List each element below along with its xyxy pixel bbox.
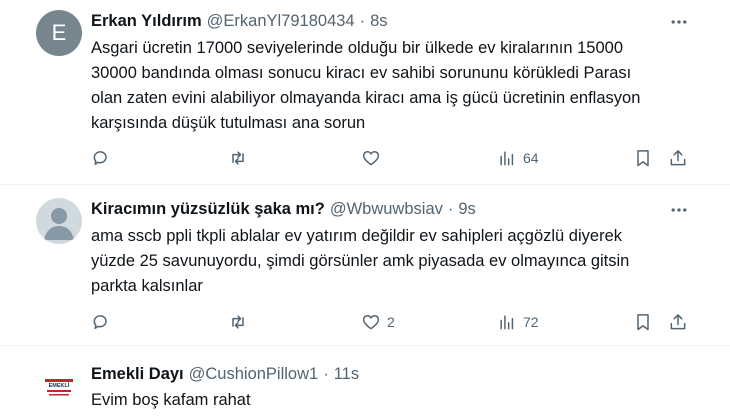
timestamp[interactable]: 11s (334, 365, 359, 384)
avatar[interactable]: E (36, 10, 82, 56)
avatar[interactable] (36, 198, 82, 244)
view-count: 64 (523, 150, 539, 166)
tweet-text-line: parkta kalsınlar (91, 277, 203, 295)
action-bar: 64 (91, 146, 701, 170)
action-bar: 2 72 (91, 310, 701, 334)
separator: · (323, 364, 329, 383)
tweet-text: ama sscb ppli tkpli ablalar ev yatırım d… (91, 224, 691, 299)
bookmark-button[interactable] (633, 310, 653, 334)
views-icon (500, 151, 514, 166)
retweet-icon (232, 315, 244, 329)
bookmark-button[interactable] (633, 146, 653, 170)
retweet-button[interactable] (228, 146, 254, 170)
tweet-header: Erkan Yıldırım @ErkanYl79180434 · 8s (91, 10, 388, 32)
share-button[interactable] (668, 310, 688, 334)
tweet-text-line: 30000 bandında olması sonucu kiracı ev s… (91, 64, 632, 82)
tweet-header: Emekli Dayı @CushionPillow1 · 11s (91, 363, 359, 385)
tweet-text-line: yüzde 25 savunuyordu, şimdi görsünler am… (91, 252, 630, 270)
bookmark-icon (637, 150, 649, 167)
tweet-3[interactable]: EMEKLİ Emekli Dayı @CushionPillow1 · 11s… (0, 346, 730, 420)
logo-text: EMEKLİ (48, 383, 70, 389)
tweet-text: Evim boş kafam rahat (91, 388, 691, 413)
tweet-text-line: karşısında düşük tutulması ana sorun (91, 114, 366, 132)
author-handle[interactable]: @Wbwuwbsiav (330, 200, 443, 219)
avatar-letter: E (51, 20, 67, 45)
author-name[interactable]: Erkan Yıldırım (91, 12, 202, 31)
reply-button[interactable] (91, 146, 117, 170)
share-icon (670, 150, 686, 166)
like-button[interactable] (361, 146, 387, 170)
reply-icon (93, 315, 107, 329)
tweet-2[interactable]: Kiracımın yüzsüzlük şaka mı? @Wbwuwbsiav… (0, 185, 730, 345)
more-icon[interactable] (668, 11, 690, 33)
tweet-text-line: Evim boş kafam rahat (91, 391, 251, 409)
author-name[interactable]: Kiracımın yüzsüzlük şaka mı? (91, 200, 325, 219)
default-avatar-icon (44, 208, 74, 240)
tweet-1[interactable]: E Erkan Yıldırım @ErkanYl79180434 · 8s A… (0, 0, 730, 177)
retweet-button[interactable] (228, 310, 254, 334)
views-button[interactable]: 72 (497, 310, 539, 334)
like-count: 2 (387, 314, 395, 330)
author-handle[interactable]: @ErkanYl79180434 (207, 12, 355, 31)
more-icon[interactable] (668, 199, 690, 221)
share-icon (670, 314, 686, 330)
tweet-text-line: olan zaten evini alabiliyor olmayanda ki… (91, 89, 641, 107)
timestamp[interactable]: 8s (370, 12, 387, 31)
tweet-header: Kiracımın yüzsüzlük şaka mı? @Wbwuwbsiav… (91, 198, 476, 220)
avatar[interactable]: EMEKLİ (36, 364, 82, 410)
view-count: 72 (523, 314, 539, 330)
tweet-text-line: ama sscb ppli tkpli ablalar ev yatırım d… (91, 227, 622, 245)
separator: · (447, 199, 454, 218)
reply-icon (93, 151, 107, 165)
separator: · (359, 11, 366, 30)
reply-button[interactable] (91, 310, 117, 334)
share-button[interactable] (668, 146, 688, 170)
retweet-icon (232, 151, 244, 165)
author-name[interactable]: Emekli Dayı (91, 365, 184, 384)
tweet-text: Asgari ücretin 17000 seviyelerinde olduğ… (91, 36, 691, 136)
like-icon (362, 314, 380, 330)
tweet-text-line: Asgari ücretin 17000 seviyelerinde olduğ… (91, 39, 623, 57)
like-icon (362, 150, 380, 166)
timestamp[interactable]: 9s (458, 200, 475, 219)
views-icon (500, 315, 514, 330)
views-button[interactable]: 64 (497, 146, 539, 170)
bookmark-icon (637, 314, 649, 331)
author-handle[interactable]: @CushionPillow1 (189, 365, 319, 384)
like-button[interactable]: 2 (361, 310, 395, 334)
